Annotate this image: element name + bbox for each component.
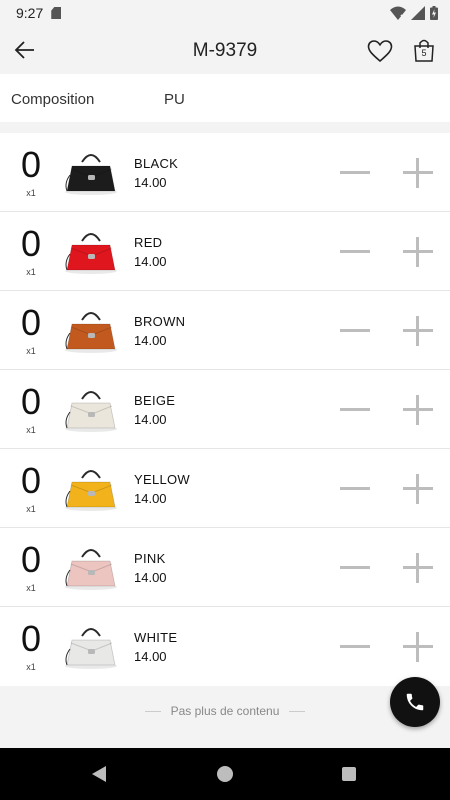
phone-icon — [406, 693, 424, 711]
app-bar: M-9379 5 — [0, 26, 450, 74]
end-of-list-note: Pas plus de contenu — [0, 704, 450, 718]
cart-count-badge: 5 — [421, 48, 427, 58]
cart-button[interactable]: 5 — [412, 37, 436, 63]
increase-quantity-button[interactable] — [403, 474, 433, 504]
nav-home-icon[interactable] — [217, 766, 233, 782]
variant-color-name: WHITE — [134, 630, 178, 645]
product-variant-row: 0 x1 RED 14.00 — [0, 212, 450, 291]
quantity-multiplier: x1 — [26, 188, 36, 198]
decrease-quantity-button[interactable] — [340, 237, 370, 267]
variant-price: 14.00 — [134, 412, 167, 427]
sd-card-icon — [51, 7, 62, 19]
end-of-list-text: Pas plus de contenu — [170, 704, 280, 718]
handbag-thumbnail — [65, 470, 117, 511]
quantity-multiplier: x1 — [26, 662, 36, 672]
handbag-thumbnail — [65, 233, 117, 274]
composition-label: Composition — [11, 91, 95, 108]
quantity-multiplier: x1 — [26, 346, 36, 356]
quantity-value: 0 — [20, 460, 42, 501]
variant-color-name: RED — [134, 235, 163, 250]
product-variant-row: 0 x1 YELLOW 14.00 — [0, 449, 450, 528]
product-variant-row: 0 x1 BROWN 14.00 — [0, 291, 450, 370]
favorite-heart-icon[interactable] — [366, 38, 394, 64]
nav-back-icon[interactable] — [91, 766, 107, 782]
variant-price: 14.00 — [134, 649, 167, 664]
wifi-icon — [390, 6, 406, 20]
variant-color-name: PINK — [134, 551, 166, 566]
variant-color-name: BEIGE — [134, 393, 176, 408]
product-variant-row: 0 x1 BEIGE 14.00 — [0, 370, 450, 449]
variant-color-name: YELLOW — [134, 472, 190, 487]
variant-color-name: BLACK — [134, 156, 179, 171]
divider — [289, 711, 306, 713]
product-variant-list: 0 x1 BLACK 14.00 0 x1 RED 14.00 0 x1 BROWN 14.00 0 x1… — [0, 133, 450, 686]
call-button[interactable] — [390, 677, 440, 727]
decrease-quantity-button[interactable] — [340, 632, 370, 662]
status-bar: 9:27 — [0, 0, 450, 26]
increase-quantity-button[interactable] — [403, 553, 433, 583]
quantity-value: 0 — [20, 223, 42, 264]
variant-price: 14.00 — [134, 491, 167, 506]
battery-charging-icon — [430, 6, 438, 20]
handbag-thumbnail — [65, 628, 117, 669]
system-navigation-bar — [0, 748, 450, 800]
variant-price: 14.00 — [134, 254, 167, 269]
quantity-multiplier: x1 — [26, 267, 36, 277]
decrease-quantity-button[interactable] — [340, 474, 370, 504]
increase-quantity-button[interactable] — [403, 395, 433, 425]
variant-color-name: BROWN — [134, 314, 186, 329]
handbag-thumbnail — [65, 549, 117, 590]
quantity-value: 0 — [20, 302, 42, 343]
quantity-multiplier: x1 — [26, 583, 36, 593]
divider — [144, 711, 161, 713]
decrease-quantity-button[interactable] — [340, 553, 370, 583]
decrease-quantity-button[interactable] — [340, 158, 370, 188]
handbag-thumbnail — [65, 154, 117, 195]
decrease-quantity-button[interactable] — [340, 395, 370, 425]
composition-value: PU — [164, 91, 185, 108]
increase-quantity-button[interactable] — [403, 316, 433, 346]
quantity-multiplier: x1 — [26, 504, 36, 514]
status-time: 9:27 — [16, 5, 44, 21]
decrease-quantity-button[interactable] — [340, 316, 370, 346]
product-variant-row: 0 x1 BLACK 14.00 — [0, 133, 450, 212]
quantity-value: 0 — [20, 381, 42, 422]
variant-price: 14.00 — [134, 333, 167, 348]
product-variant-row: 0 x1 PINK 14.00 — [0, 528, 450, 607]
increase-quantity-button[interactable] — [403, 237, 433, 267]
signal-icon — [411, 6, 425, 20]
variant-price: 14.00 — [134, 570, 167, 585]
quantity-value: 0 — [20, 539, 42, 580]
variant-price: 14.00 — [134, 175, 167, 190]
status-icons — [390, 6, 438, 20]
handbag-thumbnail — [65, 391, 117, 432]
increase-quantity-button[interactable] — [403, 158, 433, 188]
quantity-value: 0 — [20, 144, 42, 185]
handbag-thumbnail — [65, 312, 117, 353]
quantity-value: 0 — [20, 618, 42, 659]
composition-row: Composition PU — [0, 74, 450, 122]
quantity-multiplier: x1 — [26, 425, 36, 435]
product-variant-row: 0 x1 WHITE 14.00 — [0, 607, 450, 686]
increase-quantity-button[interactable] — [403, 632, 433, 662]
nav-recents-icon[interactable] — [342, 767, 356, 781]
